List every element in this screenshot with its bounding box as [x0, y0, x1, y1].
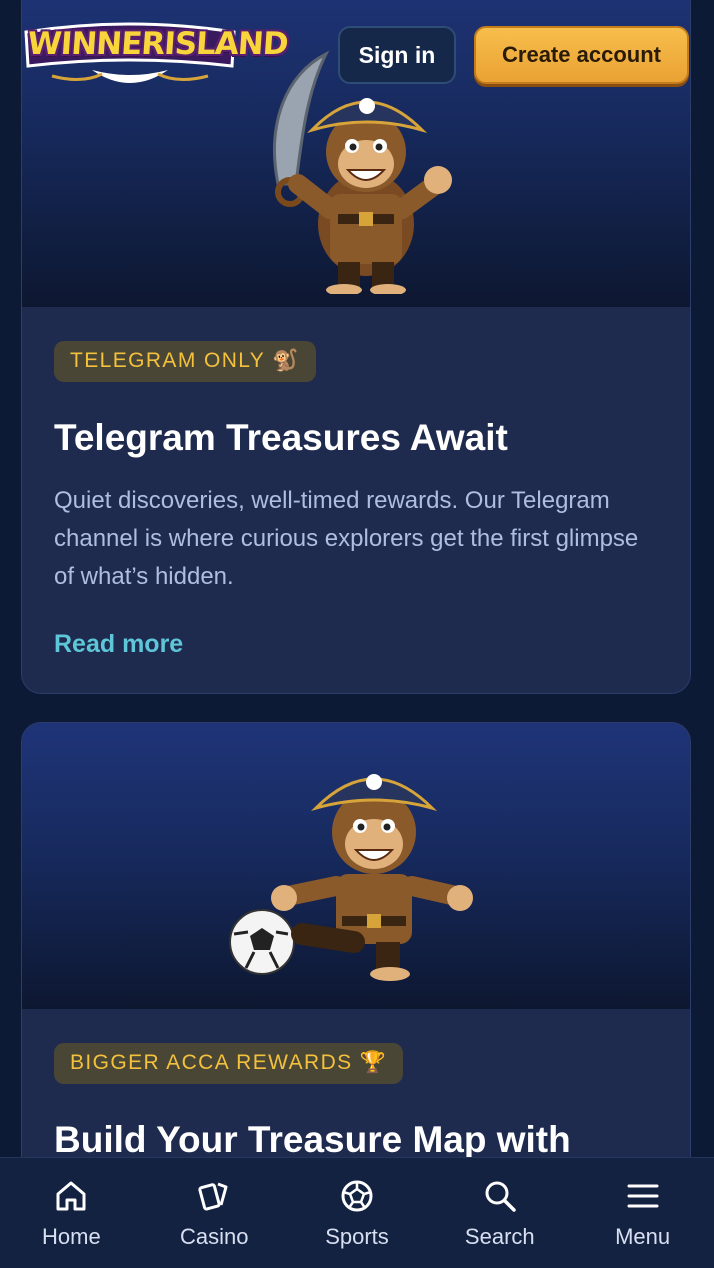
- promo-title: Telegram Treasures Await: [54, 417, 508, 458]
- nav-label: Sports: [325, 1224, 389, 1249]
- nav-item-home[interactable]: Home: [0, 1158, 143, 1268]
- promo-badge: TELEGRAM ONLY 🐒: [54, 341, 316, 382]
- search-icon: [485, 1181, 516, 1212]
- hamburger-icon: [627, 1184, 659, 1208]
- top-header: WINNERISLAND Sign in Create account: [0, 0, 714, 100]
- logo-text: WINNERISLAND: [26, 26, 289, 62]
- pirate-monkey-football-icon: [229, 774, 473, 981]
- cards-icon: [198, 1182, 228, 1211]
- promo-card: BIGGER ACCA REWARDS 🏆 Build Your Treasur…: [21, 722, 691, 1158]
- nav-item-search[interactable]: Search: [428, 1158, 571, 1268]
- nav-label: Casino: [179, 1224, 249, 1249]
- sign-in-button[interactable]: Sign in: [338, 26, 456, 84]
- football-icon: [341, 1180, 373, 1212]
- read-more-link[interactable]: Read more: [54, 630, 183, 659]
- promo-image: [22, 723, 690, 1009]
- home-icon: [56, 1181, 86, 1211]
- nav-item-casino[interactable]: Casino: [143, 1158, 286, 1268]
- promo-badge: BIGGER ACCA REWARDS 🏆: [54, 1043, 404, 1084]
- promo-title: Build Your Treasure Map with: [54, 1119, 571, 1158]
- nav-item-menu[interactable]: Menu: [571, 1158, 714, 1268]
- nav-label: Home: [42, 1224, 101, 1249]
- promo-description: Quiet discoveries, well-timed rewards. O…: [54, 487, 639, 590]
- promo-card: TELEGRAM ONLY 🐒 Telegram Treasures Await…: [21, 0, 691, 694]
- site-logo[interactable]: WINNERISLAND: [22, 14, 289, 96]
- nav-label: Search: [464, 1224, 535, 1249]
- nav-item-sports[interactable]: Sports: [286, 1158, 429, 1268]
- promotions-feed[interactable]: TELEGRAM ONLY 🐒 Telegram Treasures Await…: [0, 0, 714, 1158]
- bottom-nav: Home Casino Sports Search Menu: [0, 1157, 714, 1268]
- create-account-button[interactable]: Create account: [474, 26, 689, 84]
- nav-label: Menu: [615, 1224, 671, 1249]
